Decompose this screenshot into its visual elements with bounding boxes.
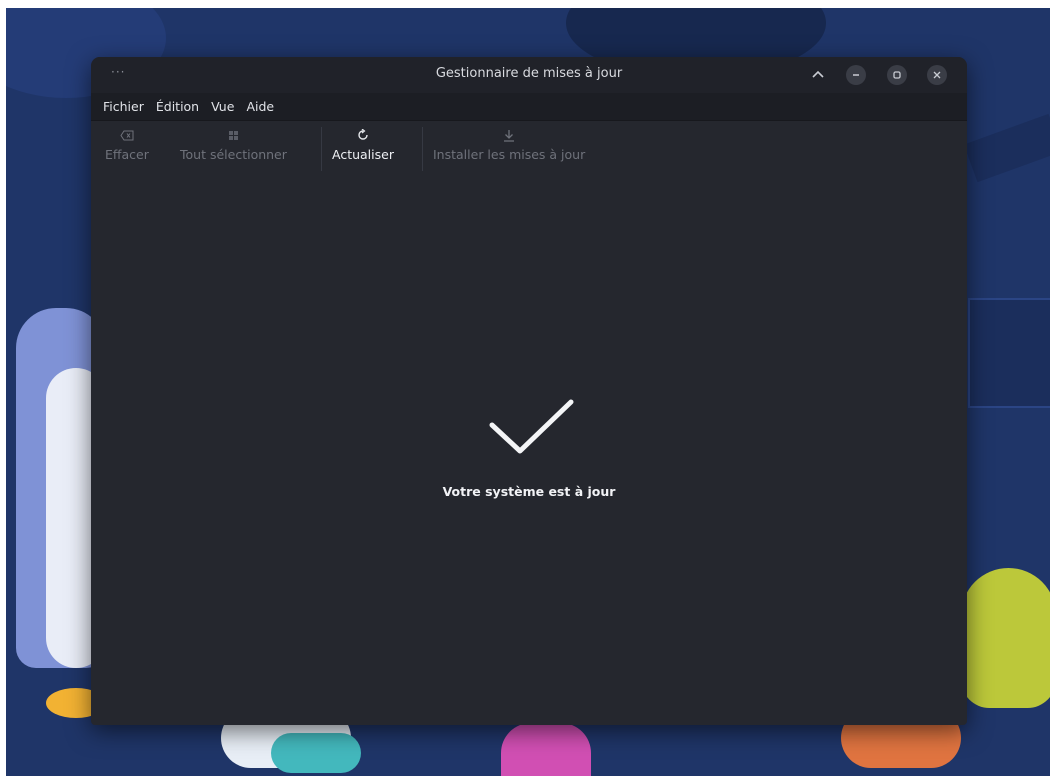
toolbar: Effacer Tout sélectionner Actualiser Ins…	[91, 121, 967, 179]
select-all-icon	[228, 129, 239, 147]
clear-button[interactable]: Effacer	[105, 129, 149, 162]
select-all-label: Tout sélectionner	[180, 147, 287, 162]
install-updates-button[interactable]: Installer les mises à jour	[433, 129, 585, 162]
wallpaper-chameleon	[961, 568, 1050, 708]
wallpaper-shape	[271, 733, 361, 773]
status-message: Votre système est à jour	[442, 484, 616, 499]
main-content: Votre système est à jour	[91, 179, 967, 725]
chevron-up-icon[interactable]	[808, 64, 828, 84]
menu-bar: Fichier Édition Vue Aide	[91, 93, 967, 121]
wallpaper-shape	[501, 723, 591, 776]
refresh-button[interactable]: Actualiser	[332, 128, 394, 162]
toolbar-separator	[321, 127, 322, 171]
wallpaper-shape	[968, 298, 1050, 408]
menu-vue[interactable]: Vue	[211, 99, 234, 114]
menu-edition[interactable]: Édition	[156, 99, 199, 114]
refresh-label: Actualiser	[332, 147, 394, 162]
clear-label: Effacer	[105, 147, 149, 162]
maximize-button[interactable]	[887, 65, 907, 85]
select-all-button[interactable]: Tout sélectionner	[180, 129, 287, 162]
checkmark-icon	[489, 399, 574, 454]
wallpaper-shape	[963, 113, 1050, 183]
refresh-icon	[357, 128, 369, 147]
backspace-icon	[120, 129, 134, 147]
close-icon	[933, 71, 941, 79]
maximize-icon	[893, 71, 901, 79]
install-updates-label: Installer les mises à jour	[433, 147, 586, 162]
toolbar-separator	[422, 127, 423, 171]
minimize-button[interactable]	[846, 65, 866, 85]
minimize-icon	[853, 74, 859, 76]
title-bar[interactable]: ··· Gestionnaire de mises à jour	[91, 57, 967, 93]
download-icon	[503, 129, 515, 147]
window-title: Gestionnaire de mises à jour	[435, 66, 623, 81]
menu-fichier[interactable]: Fichier	[103, 99, 144, 114]
update-manager-window: ··· Gestionnaire de mises à jour Fichier…	[91, 57, 967, 725]
menu-aide[interactable]: Aide	[246, 99, 274, 114]
close-button[interactable]	[927, 65, 947, 85]
